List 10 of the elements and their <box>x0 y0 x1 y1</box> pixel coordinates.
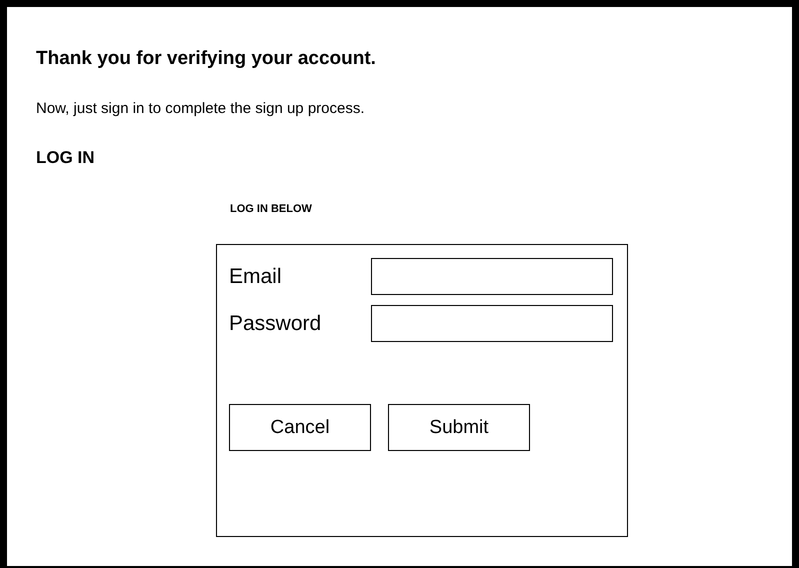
form-caption: LOG IN BELOW <box>230 202 313 216</box>
form-button[interactable]: Cancel <box>229 404 371 451</box>
input-field[interactable] <box>371 258 613 295</box>
message-text: Now, just sign in to complete the sign up process. <box>36 100 366 118</box>
form-button[interactable]: Submit <box>388 404 530 451</box>
field-label: Password <box>229 312 322 336</box>
page-heading: Thank you for verifying your account. <box>36 47 377 71</box>
input-field[interactable] <box>371 305 613 342</box>
section-title: LOG IN <box>36 147 96 169</box>
field-label: Email <box>229 264 283 288</box>
